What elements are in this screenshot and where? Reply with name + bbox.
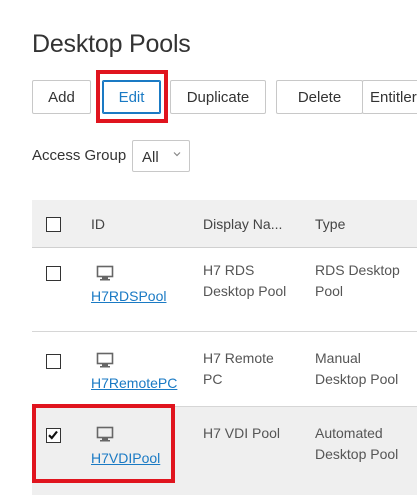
table-row-selected[interactable]: H7VDIPool H7 VDI Pool Automated Desktop …: [32, 407, 417, 495]
monitor-icon: [96, 352, 114, 368]
row-checkbox[interactable]: [46, 354, 61, 369]
pool-id-link[interactable]: H7VDIPool: [91, 450, 160, 466]
column-header-display-name[interactable]: Display Na...: [203, 214, 303, 235]
column-header-type[interactable]: Type: [315, 214, 415, 235]
monitor-icon: [96, 426, 114, 442]
type-line-1: Manual: [315, 350, 361, 366]
display-name-line-2: Desktop Pool: [203, 283, 287, 299]
checkmark-icon: [48, 430, 58, 440]
access-group-value: All: [142, 149, 159, 166]
desktop-pools-table: ID Display Na... Type H7RDSPool H7 RDS D…: [32, 200, 417, 495]
edit-button[interactable]: Edit: [102, 80, 161, 114]
type-line-1: RDS Desktop: [315, 262, 400, 278]
display-name-line-1: H7 VDI Pool: [203, 425, 281, 441]
row-checkbox-checked[interactable]: [46, 428, 61, 443]
type-line-2: Pool: [315, 283, 344, 299]
type-line-2: Desktop Pool: [315, 446, 399, 462]
monitor-icon: [96, 265, 114, 281]
access-group-select[interactable]: All: [132, 140, 190, 172]
access-group-label: Access Group: [32, 147, 127, 164]
delete-button[interactable]: Delete: [276, 80, 363, 114]
table-header: ID Display Na... Type: [32, 200, 417, 248]
column-header-id[interactable]: ID: [91, 214, 105, 235]
row-checkbox[interactable]: [46, 266, 61, 281]
chevron-down-icon: [173, 152, 181, 157]
display-name-line-2: PC: [203, 371, 223, 387]
pool-id-link[interactable]: H7RemotePC: [91, 375, 177, 391]
entitlements-button[interactable]: Entitler: [362, 80, 417, 114]
display-name-line-1: H7 Remote: [203, 350, 274, 366]
display-name-line-1: H7 RDS: [203, 262, 255, 278]
select-all-checkbox[interactable]: [46, 217, 61, 232]
type-line-2: Desktop Pool: [315, 371, 399, 387]
type-line-1: Automated: [315, 425, 383, 441]
pool-id-link[interactable]: H7RDSPool: [91, 288, 166, 304]
duplicate-button[interactable]: Duplicate: [170, 80, 266, 114]
table-row[interactable]: H7RDSPool H7 RDS Desktop Pool RDS Deskto…: [32, 248, 417, 332]
toolbar: Add Edit Duplicate Delete Entitler: [32, 80, 417, 114]
table-row[interactable]: H7RemotePC H7 Remote PC Manual Desktop P…: [32, 332, 417, 407]
page-title: Desktop Pools: [32, 30, 191, 58]
add-button[interactable]: Add: [32, 80, 91, 114]
